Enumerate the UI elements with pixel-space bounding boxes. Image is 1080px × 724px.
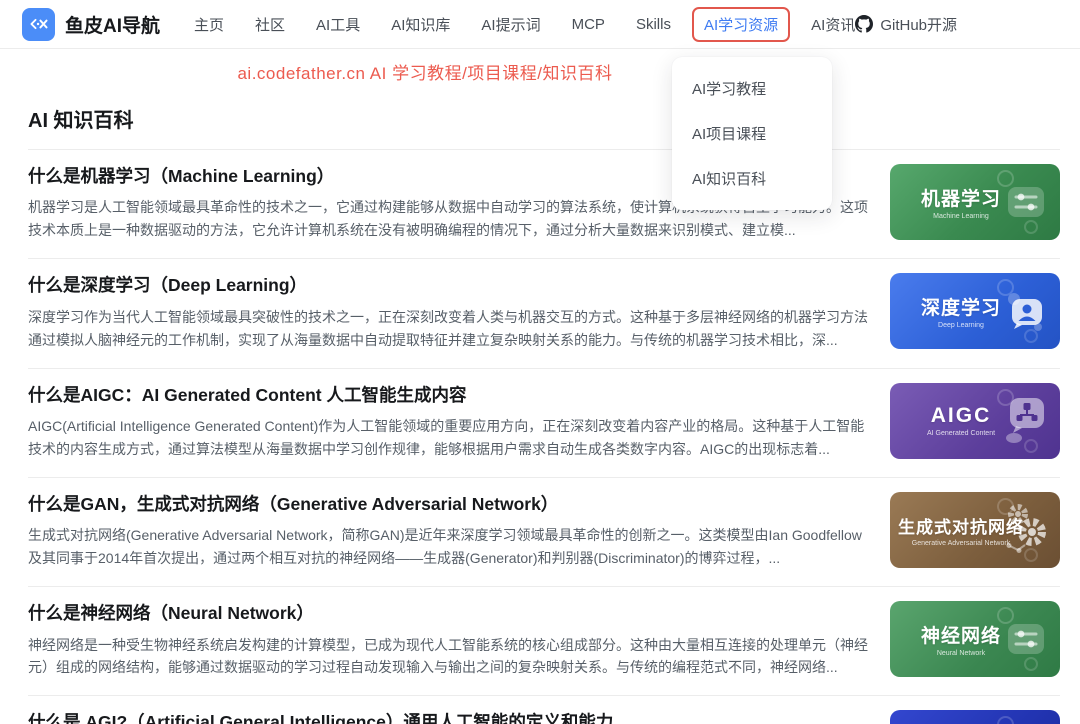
article-thumbnail[interactable]: AGI: [890, 710, 1060, 724]
sliders-icon: [1004, 620, 1048, 658]
article-row[interactable]: 什么是机器学习（Machine Learning） 机器学习是人工智能领域最具革…: [28, 150, 1060, 259]
top-nav: 鱼皮AI导航 主页 社区 AI工具 AI知识库 AI提示词 MCP Skills…: [0, 0, 1080, 49]
article-title[interactable]: 什么是 AGI?（Artificial General Intelligence…: [28, 710, 868, 724]
article-thumbnail[interactable]: 神经网络 Neural Network: [890, 601, 1060, 677]
thumbnail-text: AIGC AI Generated Content: [927, 404, 995, 437]
nav-item-ai-news[interactable]: AI资讯: [811, 14, 855, 35]
brand-name[interactable]: 鱼皮AI导航: [65, 11, 160, 38]
thumbnail-text: 机器学习 Machine Learning: [921, 184, 1001, 220]
nav-item-ai-prompts[interactable]: AI提示词: [481, 14, 540, 35]
article-thumbnail[interactable]: 机器学习 Machine Learning: [890, 164, 1060, 240]
learning-resources-dropdown: AI学习教程 AI项目课程 AI知识百科: [672, 57, 832, 210]
article-description: 神经网络是一种受生物神经系统启发构建的计算模型，已成为现代人工智能系统的核心组成…: [28, 634, 868, 680]
thumbnail-text: 生成式对抗网络 Generative Adversarial Network: [898, 513, 1024, 547]
nav-item-community[interactable]: 社区: [255, 14, 285, 35]
article-row[interactable]: 什么是深度学习（Deep Learning） 深度学习作为当代人工智能领域最具突…: [28, 259, 1060, 368]
article-row[interactable]: 什么是 AGI?（Artificial General Intelligence…: [28, 696, 1060, 724]
nav-item-ai-tools[interactable]: AI工具: [316, 14, 360, 35]
thumbnail-text: 神经网络 Neural Network: [921, 621, 1001, 657]
sliders-icon: [1004, 183, 1048, 221]
article-text: 什么是AIGC：AI Generated Content 人工智能生成内容 AI…: [28, 383, 890, 461]
article-text: 什么是 AGI?（Artificial General Intelligence…: [28, 710, 890, 724]
article-row[interactable]: 什么是AIGC：AI Generated Content 人工智能生成内容 AI…: [28, 369, 1060, 478]
article-description: AIGC(Artificial Intelligence Generated C…: [28, 415, 868, 461]
article-text: 什么是深度学习（Deep Learning） 深度学习作为当代人工智能领域最具突…: [28, 273, 890, 351]
dropdown-item-ai-tutorials[interactable]: AI学习教程: [672, 66, 832, 111]
nav-item-mcp[interactable]: MCP: [572, 16, 605, 33]
article-description: 生成式对抗网络(Generative Adversarial Network，简…: [28, 524, 868, 570]
article-text: 什么是GAN，生成式对抗网络（Generative Adversarial Ne…: [28, 492, 890, 570]
person-bubble-icon: [1004, 289, 1048, 333]
github-icon: [855, 15, 873, 33]
article-title[interactable]: 什么是GAN，生成式对抗网络（Generative Adversarial Ne…: [28, 492, 868, 517]
article-title[interactable]: 什么是深度学习（Deep Learning）: [28, 273, 868, 298]
github-label: GitHub开源: [880, 14, 957, 35]
article-description: 深度学习作为当代人工智能领域最具突破性的技术之一，正在深刻改变着人类与机器交互的…: [28, 306, 868, 352]
fish-code-logo-icon: [28, 13, 50, 35]
page: 鱼皮AI导航 主页 社区 AI工具 AI知识库 AI提示词 MCP Skills…: [0, 0, 1080, 724]
article-thumbnail[interactable]: AIGC AI Generated Content: [890, 383, 1060, 459]
main-content: AI 知识百科 什么是机器学习（Machine Learning） 机器学习是人…: [0, 84, 1080, 724]
nav-links: 主页 社区 AI工具 AI知识库 AI提示词 MCP Skills AI学习资源…: [194, 12, 855, 37]
article-title[interactable]: 什么是AIGC：AI Generated Content 人工智能生成内容: [28, 383, 868, 408]
page-title: AI 知识百科: [28, 90, 1060, 150]
article-row[interactable]: 什么是神经网络（Neural Network） 神经网络是一种受生物神经系统启发…: [28, 587, 1060, 696]
github-link[interactable]: GitHub开源: [855, 14, 957, 35]
nav-item-home[interactable]: 主页: [194, 14, 224, 35]
nav-item-skills[interactable]: Skills: [636, 16, 671, 33]
dropdown-item-ai-encyclopedia[interactable]: AI知识百科: [672, 156, 832, 201]
brand-logo[interactable]: [22, 8, 55, 41]
article-text: 什么是神经网络（Neural Network） 神经网络是一种受生物神经系统启发…: [28, 601, 890, 679]
tree-bubble-icon: [1002, 396, 1048, 446]
article-title[interactable]: 什么是神经网络（Neural Network）: [28, 601, 868, 626]
nav-item-ai-knowledge-base[interactable]: AI知识库: [391, 14, 450, 35]
thumbnail-text: 深度学习 Deep Learning: [921, 293, 1001, 329]
article-thumbnail[interactable]: 生成式对抗网络 Generative Adversarial Network: [890, 492, 1060, 568]
dropdown-item-ai-project-courses[interactable]: AI项目课程: [672, 111, 832, 156]
nav-item-ai-learning-resources[interactable]: AI学习资源: [692, 7, 790, 42]
article-row[interactable]: 什么是GAN，生成式对抗网络（Generative Adversarial Ne…: [28, 478, 1060, 587]
article-thumbnail[interactable]: 深度学习 Deep Learning: [890, 273, 1060, 349]
